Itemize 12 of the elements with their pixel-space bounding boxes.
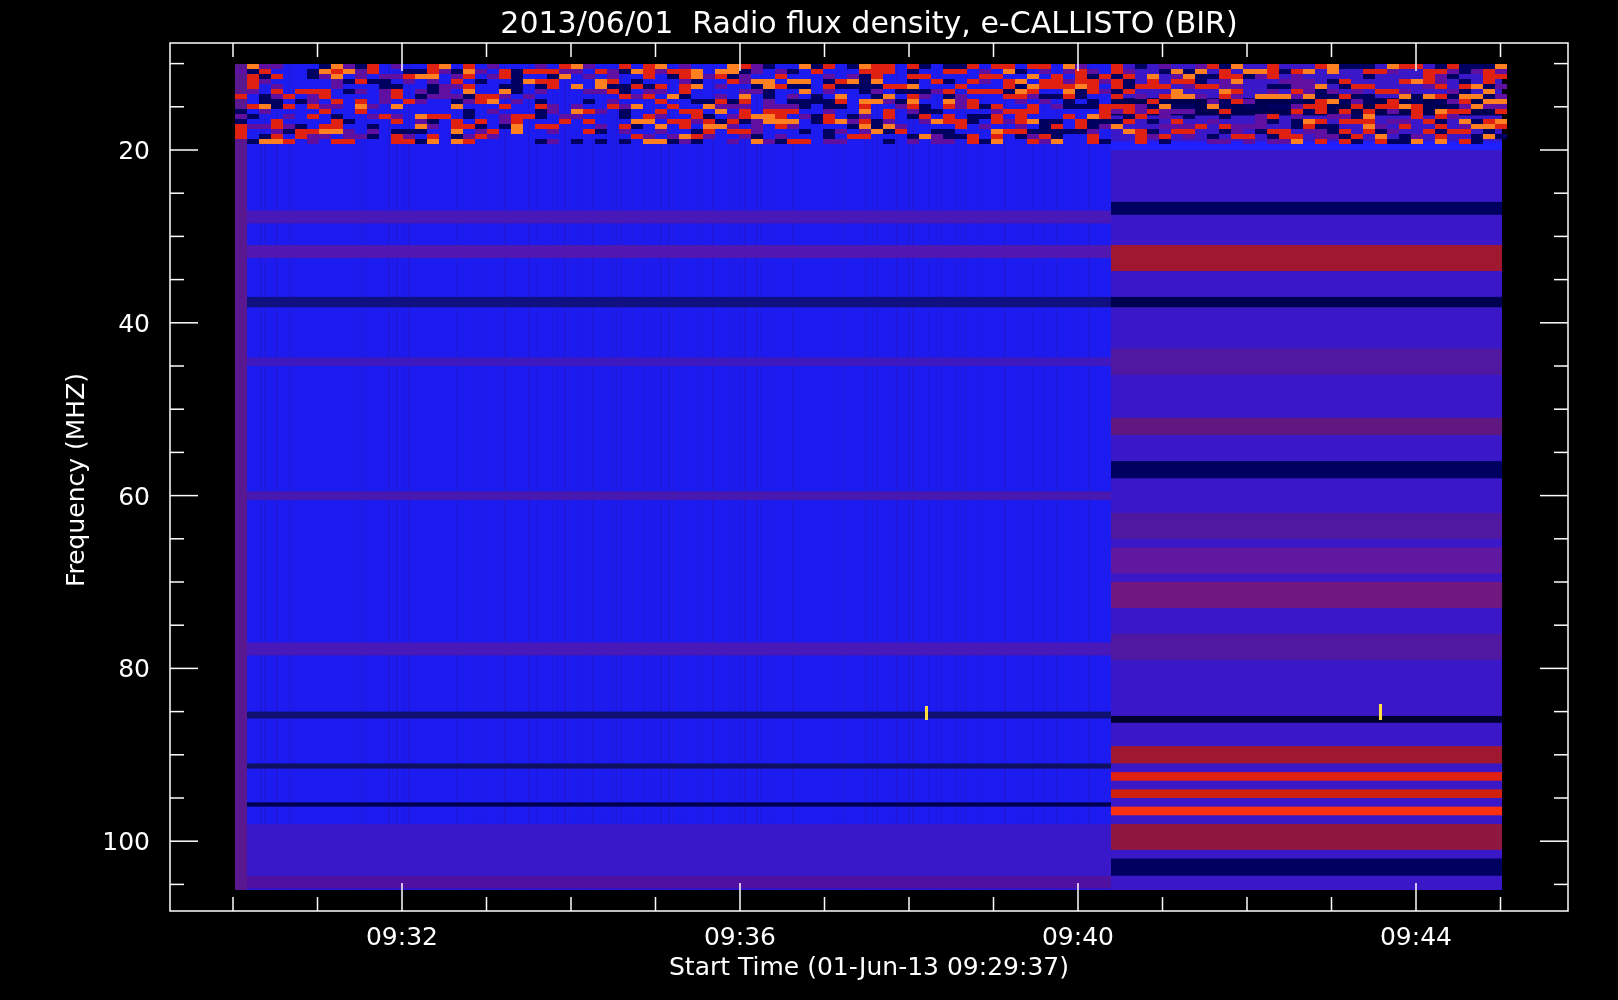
tick-label: 80: [118, 654, 150, 684]
tick-label: 20: [118, 136, 150, 165]
axis-title: Start Time (01-Jun-13 09:29:37): [669, 952, 1069, 981]
tick-label: 60: [118, 481, 150, 511]
tick-label: 40: [118, 308, 150, 338]
tick-label: 100: [102, 827, 150, 857]
tick-label: 09:32: [366, 922, 438, 951]
tick-label: 09:44: [1380, 922, 1452, 951]
chart-title: 2013/06/01 Radio flux density, e-CALLISTO (BIR): [500, 5, 1238, 40]
tick-label: 09:36: [704, 922, 776, 951]
tick-label: 09:40: [1042, 922, 1114, 951]
axis-title: Frequency (MHZ): [61, 372, 90, 588]
